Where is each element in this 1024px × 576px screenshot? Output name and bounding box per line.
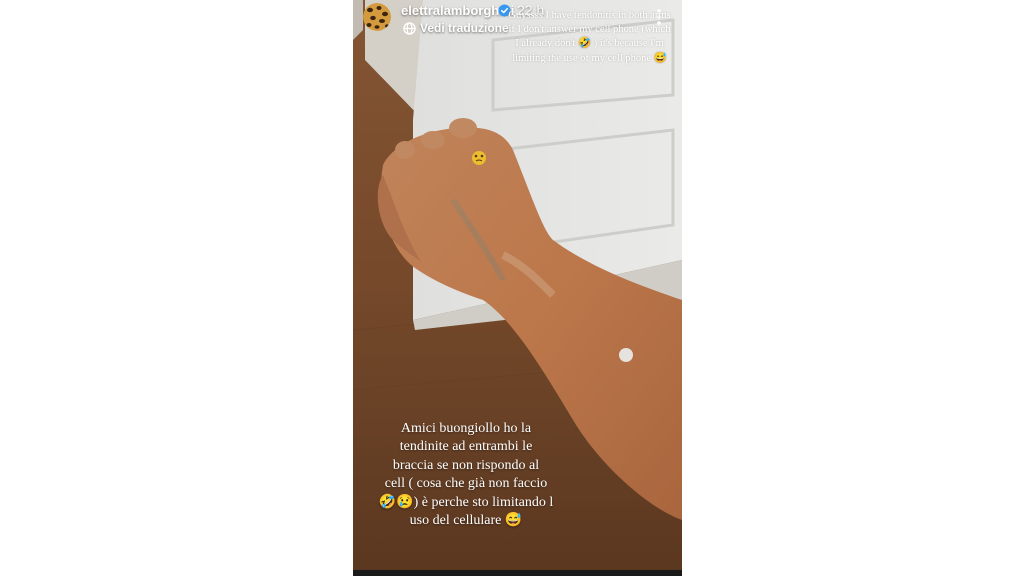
translate-button[interactable]: Vedi traduzione	[403, 20, 509, 36]
translate-icon	[403, 21, 416, 35]
caption-english: Guyssss I have tendonitis in both arms i…	[508, 10, 671, 64]
leopard-avatar[interactable]	[363, 3, 391, 31]
caption-italian: Amici buongiollo ho la tendinite ad entr…	[378, 421, 554, 529]
translate-label: Vedi traduzione	[420, 21, 509, 35]
avatar-image	[363, 3, 391, 31]
story-bottom-bar	[353, 570, 682, 576]
story-viewer[interactable]: elettralamborghini 22 h Vedi traduzione …	[353, 0, 682, 576]
